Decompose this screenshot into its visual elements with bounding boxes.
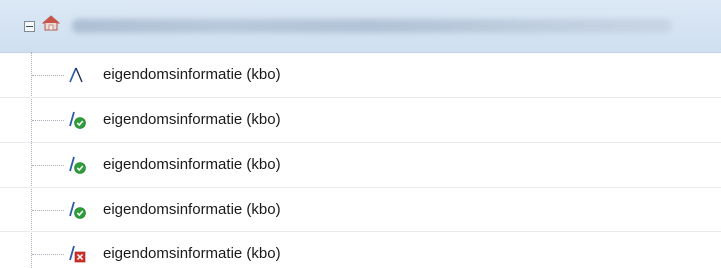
tree-node[interactable]: eigendomsinformatie (kbo) [0, 98, 721, 142]
tree-connector [32, 254, 64, 255]
collapse-toggle-icon[interactable] [24, 21, 35, 32]
tree-root-row[interactable] [0, 0, 721, 53]
tree-connector [32, 120, 64, 121]
tree-node[interactable]: eigendomsinformatie (kbo) [0, 232, 721, 268]
route-line-icon [69, 67, 83, 83]
tree-view: eigendomsinformatie (kbo) eigendomsinfor… [0, 0, 721, 268]
line-error-icon [69, 245, 86, 263]
node-label: eigendomsinformatie (kbo) [103, 111, 281, 128]
tree-node[interactable]: eigendomsinformatie (kbo) [0, 143, 721, 187]
line-check-icon [69, 156, 86, 174]
node-label: eigendomsinformatie (kbo) [103, 156, 281, 173]
tree-connector [32, 75, 64, 76]
home-icon [42, 15, 60, 31]
tree-connector [32, 210, 64, 211]
root-label [72, 19, 672, 33]
node-label: eigendomsinformatie (kbo) [103, 245, 281, 262]
node-label: eigendomsinformatie (kbo) [103, 201, 281, 218]
line-check-icon [69, 201, 86, 219]
line-check-icon [69, 111, 86, 129]
tree-connector [32, 165, 64, 166]
node-label: eigendomsinformatie (kbo) [103, 66, 281, 83]
tree-node[interactable]: eigendomsinformatie (kbo) [0, 188, 721, 232]
tree-node[interactable]: eigendomsinformatie (kbo) [0, 53, 721, 97]
